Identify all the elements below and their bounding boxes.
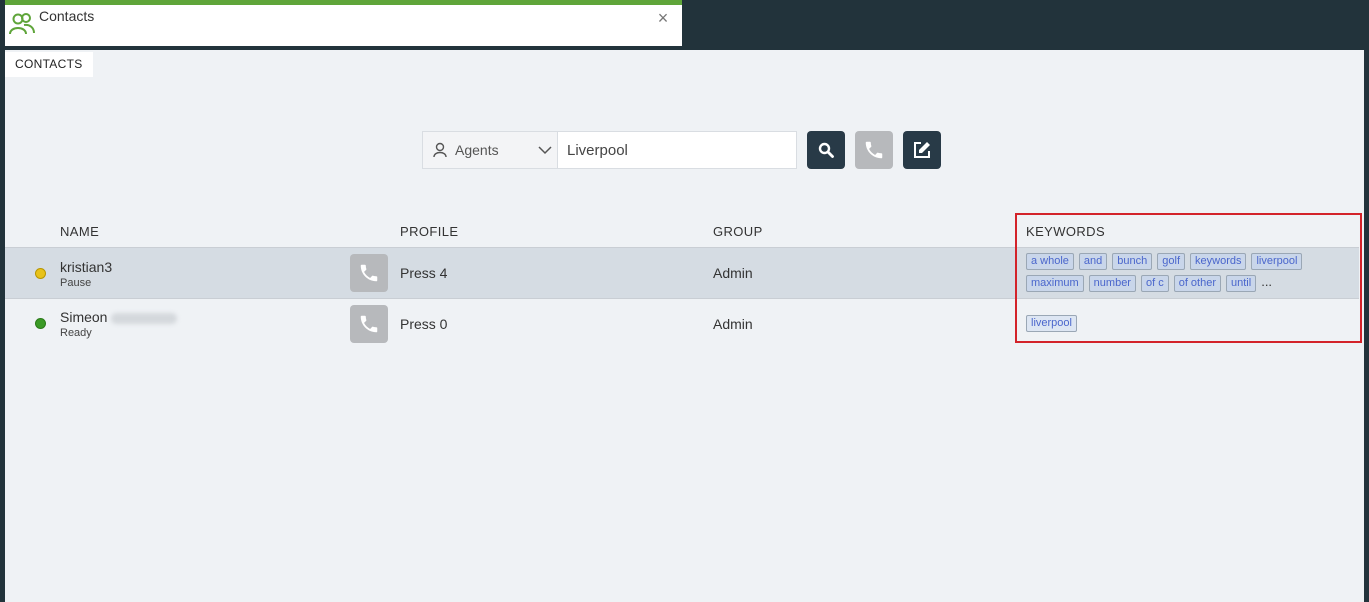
search-icon bbox=[818, 142, 834, 158]
keyword-tag: and bbox=[1078, 253, 1108, 270]
contact-name: Simeon bbox=[60, 309, 178, 325]
search-type-select[interactable]: Agents bbox=[422, 131, 558, 169]
call-contact-button[interactable] bbox=[350, 254, 388, 292]
keyword-tag: until bbox=[1226, 275, 1257, 292]
keyword-list: a whole and bunch golf keywords liverpoo… bbox=[1026, 253, 1361, 292]
search-input[interactable] bbox=[557, 131, 797, 169]
column-header-name[interactable]: NAME bbox=[60, 224, 99, 239]
keyword-tag: keywords bbox=[1190, 253, 1247, 270]
redacted-surname bbox=[111, 312, 178, 324]
keyword-tag: golf bbox=[1157, 253, 1186, 270]
keyword-list: liverpool bbox=[1026, 315, 1361, 332]
contacts-panel: CONTACTS Agents Liverpool NAME PROFILE G… bbox=[5, 50, 1364, 602]
more-keywords-link[interactable]: ... bbox=[1261, 275, 1272, 292]
column-header-keywords[interactable]: KEYWORDS bbox=[1026, 224, 1105, 239]
chevron-down-icon bbox=[538, 146, 552, 155]
agent-icon bbox=[433, 142, 447, 158]
phone-icon bbox=[865, 141, 883, 159]
contact-group: Admin bbox=[713, 316, 753, 332]
keyword-tag: of c bbox=[1140, 275, 1169, 292]
contacts-icon bbox=[9, 13, 35, 35]
keyword-tag: maximum bbox=[1026, 275, 1084, 292]
keyword-tag: bunch bbox=[1112, 253, 1153, 270]
new-contact-button[interactable] bbox=[903, 131, 941, 169]
keyword-tag: of other bbox=[1173, 275, 1222, 292]
table-row[interactable]: Simeon Ready Press 0 Admin liverpool bbox=[5, 299, 1359, 350]
call-button[interactable] bbox=[855, 131, 893, 169]
search-button[interactable] bbox=[807, 131, 845, 169]
search-type-label: Agents bbox=[455, 142, 499, 158]
window-title: Contacts bbox=[39, 8, 95, 24]
column-header-group[interactable]: GROUP bbox=[713, 224, 763, 239]
contact-status: Pause bbox=[60, 277, 92, 289]
call-contact-button[interactable] bbox=[350, 305, 388, 343]
contact-name: kristian3 bbox=[60, 259, 113, 275]
column-header-profile[interactable]: PROFILE bbox=[400, 224, 458, 239]
phone-icon bbox=[360, 264, 378, 282]
table-row[interactable]: kristian3 Pause Press 4 Admin a whole an… bbox=[5, 248, 1359, 299]
keyword-tag: number bbox=[1088, 275, 1136, 292]
edit-icon bbox=[914, 142, 930, 158]
contacts-window: Contacts × CONTACTS Agents Liverpool NAM… bbox=[5, 0, 1369, 602]
contact-group: Admin bbox=[713, 265, 753, 281]
keyword-tag: liverpool bbox=[1251, 253, 1303, 270]
status-dot-ready bbox=[35, 318, 46, 329]
contact-status: Ready bbox=[60, 327, 92, 339]
contact-profile: Press 0 bbox=[400, 316, 448, 332]
contact-profile: Press 4 bbox=[400, 265, 448, 281]
tab-contacts[interactable]: CONTACTS bbox=[5, 52, 93, 77]
title-bar: Contacts × bbox=[5, 0, 682, 46]
close-button[interactable]: × bbox=[654, 9, 672, 27]
keyword-tag: a whole bbox=[1026, 253, 1074, 270]
status-dot-pause bbox=[35, 268, 46, 279]
phone-icon bbox=[360, 315, 378, 333]
keyword-tag: liverpool bbox=[1026, 315, 1077, 332]
